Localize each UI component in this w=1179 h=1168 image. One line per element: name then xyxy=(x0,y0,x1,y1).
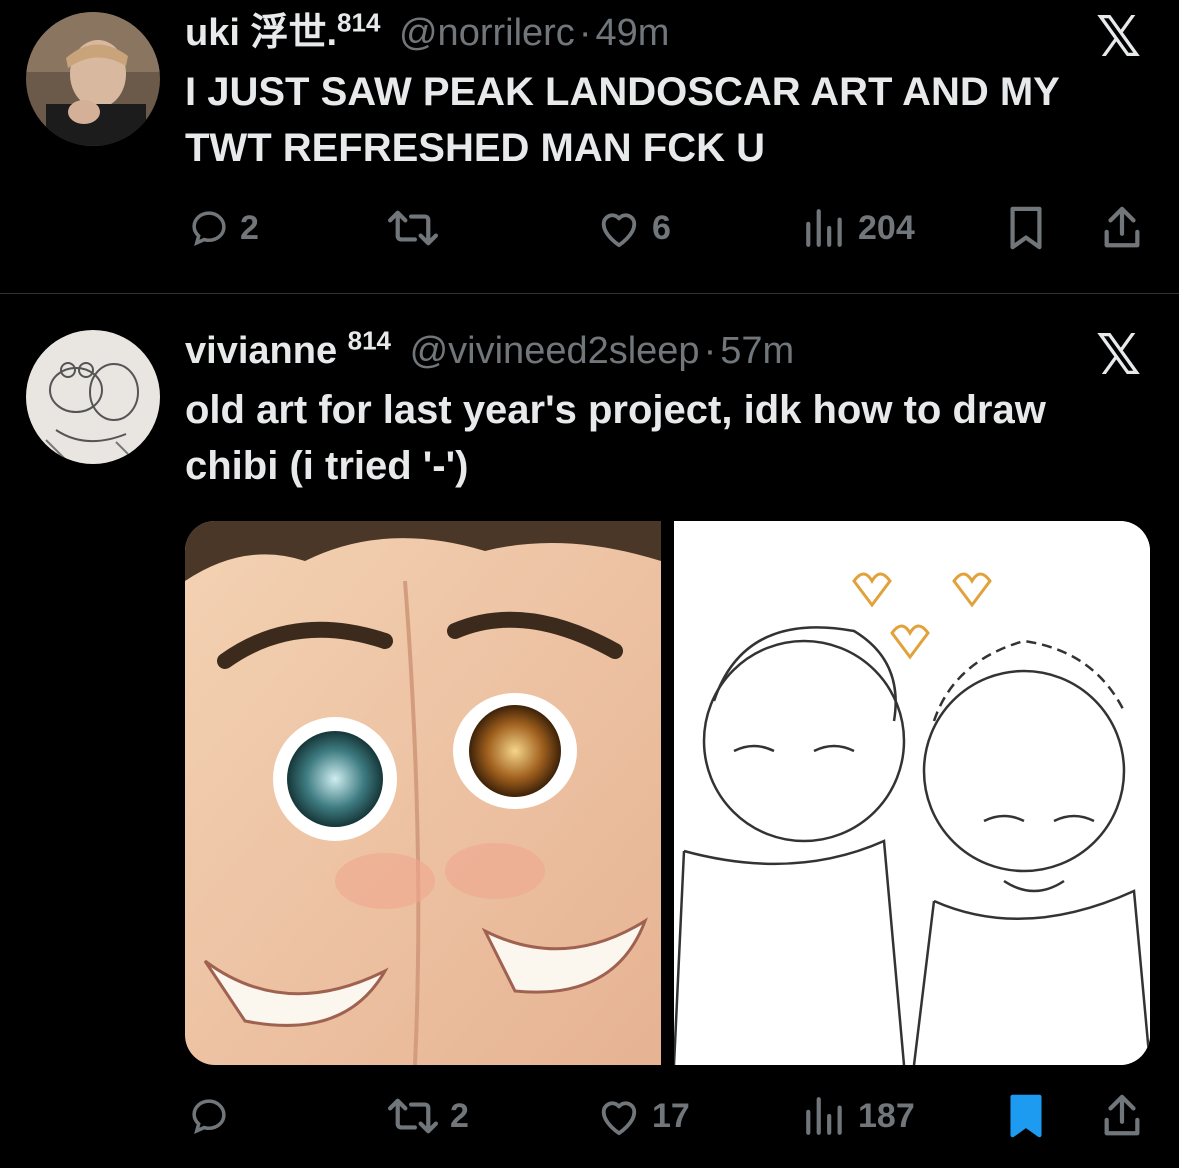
tweet-1[interactable]: uki 浮世.814 @norrilerc · 49m 𝕏 I JUST SAW P… xyxy=(0,0,1179,293)
media-image-sketch[interactable] xyxy=(672,521,1150,1065)
tweet-header: uki 浮世.814 @norrilerc · 49m xyxy=(185,7,669,56)
like-button[interactable]: 17 xyxy=(596,1086,690,1146)
like-count: 17 xyxy=(652,1096,690,1135)
like-count: 6 xyxy=(652,208,671,247)
reply-count: 2 xyxy=(240,208,259,247)
action-bar: 2 6 204 xyxy=(0,198,1179,258)
display-name[interactable]: vivianne xyxy=(185,330,337,372)
tweet-text: old art for last year's project, idk how… xyxy=(185,388,1046,488)
bookmark-button[interactable] xyxy=(1006,198,1046,258)
share-icon xyxy=(1104,206,1140,248)
retweet-count: 2 xyxy=(450,1096,469,1135)
tweet-media[interactable] xyxy=(185,521,1150,1065)
display-name[interactable]: uki 浮世. xyxy=(185,12,337,54)
reply-button[interactable] xyxy=(188,1086,240,1146)
avatar[interactable] xyxy=(26,12,160,146)
views-button[interactable]: 204 xyxy=(802,198,915,258)
x-logo-icon[interactable]: 𝕏 xyxy=(1096,328,1141,384)
timestamp[interactable]: 49m xyxy=(595,12,669,54)
views-icon xyxy=(806,1097,842,1135)
retweet-icon xyxy=(387,210,439,246)
retweet-button[interactable]: 2 xyxy=(386,1086,469,1146)
reply-icon xyxy=(192,1099,226,1134)
timestamp[interactable]: 57m xyxy=(720,330,794,372)
like-button[interactable]: 6 xyxy=(596,198,671,258)
reply-button[interactable]: 2 xyxy=(188,198,259,258)
like-icon xyxy=(601,1101,637,1136)
separator: · xyxy=(703,330,717,372)
share-button[interactable] xyxy=(1100,1086,1144,1146)
views-button[interactable]: 187 xyxy=(802,1086,915,1146)
retweet-icon xyxy=(387,1098,439,1134)
badge: 814 xyxy=(337,7,381,38)
badge: 814 xyxy=(347,325,392,356)
retweet-button[interactable] xyxy=(386,198,450,258)
like-icon xyxy=(601,213,637,248)
bookmark-icon xyxy=(1010,1094,1042,1138)
views-icon xyxy=(806,209,842,247)
share-button[interactable] xyxy=(1100,198,1144,258)
separator: · xyxy=(578,12,592,54)
tweet-header: vivianne 814 @vivineed2sleep · 57m xyxy=(185,325,794,374)
handle[interactable]: @vivineed2sleep xyxy=(410,330,700,372)
action-bar: 2 17 187 xyxy=(0,1086,1179,1146)
handle[interactable]: @norrilerc xyxy=(399,12,575,54)
reply-icon xyxy=(192,211,226,246)
view-count: 204 xyxy=(858,208,915,247)
bookmark-button[interactable] xyxy=(1006,1086,1046,1146)
bookmark-icon xyxy=(1010,206,1042,250)
media-image-painting[interactable] xyxy=(185,521,661,1065)
share-icon xyxy=(1104,1094,1140,1136)
avatar[interactable] xyxy=(26,330,160,464)
tweet-text: I JUST SAW PEAK LANDOSCAR ART AND MY TWT… xyxy=(185,70,1060,170)
view-count: 187 xyxy=(858,1096,915,1135)
x-logo-icon[interactable]: 𝕏 xyxy=(1096,10,1141,66)
